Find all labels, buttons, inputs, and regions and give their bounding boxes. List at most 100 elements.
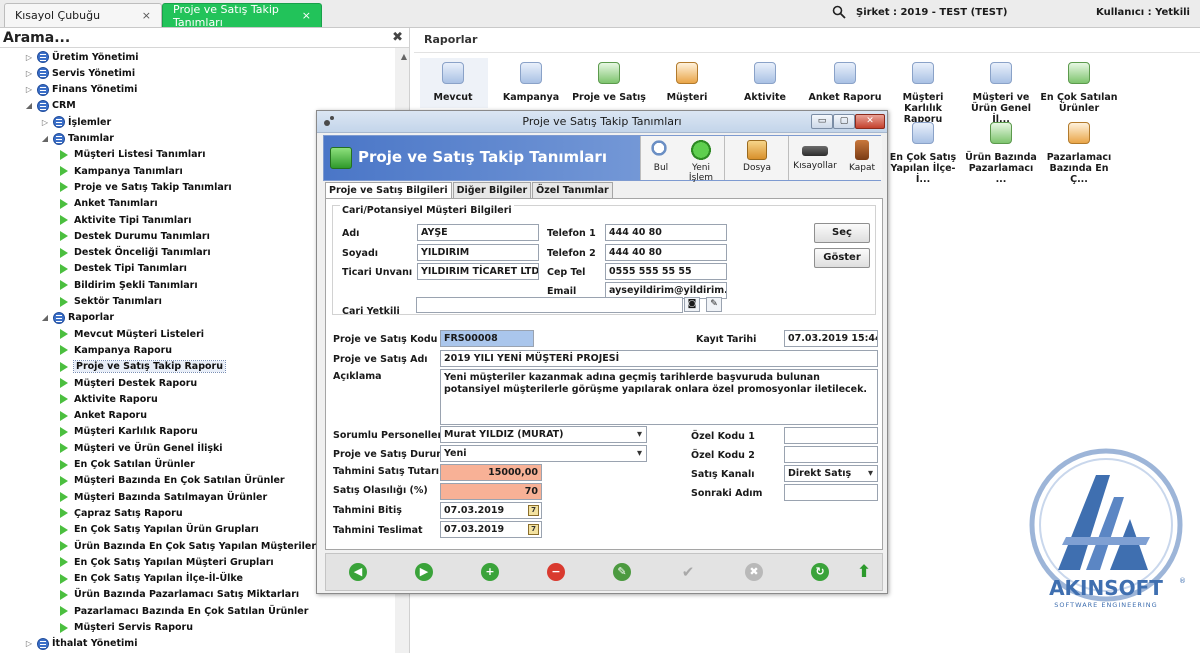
special2-field[interactable] <box>784 446 878 463</box>
sidebar-item[interactable]: Destek Durumu Tanımları <box>58 228 210 244</box>
surname-field[interactable]: YILDIRIM <box>417 244 539 261</box>
file-button[interactable]: Dosya <box>739 138 775 178</box>
sidebar-item[interactable]: En Çok Satış Yapılan Müşteri Grupları <box>58 554 274 570</box>
report-item[interactable]: Aktivite <box>726 62 804 103</box>
report-item[interactable]: Mevcut <box>414 62 492 103</box>
delete-record-button[interactable]: − <box>547 563 565 581</box>
edit-record-button[interactable]: ✎ <box>613 563 631 581</box>
expand-icon[interactable]: ▷ <box>24 69 34 78</box>
sidebar-search[interactable]: Arama... ✖ <box>0 28 409 48</box>
report-item[interactable]: Kampanya <box>492 62 570 103</box>
collapse-icon[interactable]: ◢ <box>40 313 50 322</box>
tab-special-definitions[interactable]: Özel Tanımlar <box>532 182 613 198</box>
sidebar-item[interactable]: Proje ve Satış Takip Raporu <box>58 359 226 375</box>
sidebar-item[interactable]: ◢ Raporlar <box>40 310 114 326</box>
sidebar-item[interactable]: Kampanya Tanımları <box>58 163 183 179</box>
sidebar-item[interactable]: Mevcut Müşteri Listeleri <box>58 326 204 342</box>
refresh-button[interactable]: ↻ <box>811 563 829 581</box>
report-item[interactable]: Müşteri <box>648 62 726 103</box>
sidebar-item[interactable]: En Çok Satılan Ürünler <box>58 457 195 473</box>
report-item[interactable]: Proje ve Satış <box>570 62 648 103</box>
close-icon[interactable]: × <box>142 9 151 22</box>
sidebar-item[interactable]: En Çok Satış Yapılan Ürün Grupları <box>58 522 259 538</box>
trade-title-field[interactable]: YILDIRIM TİCARET LTD ŞTİ <box>417 263 539 280</box>
camera-icon[interactable]: ◙ <box>684 297 700 312</box>
sidebar-item[interactable]: Anket Raporu <box>58 408 147 424</box>
sidebar-item[interactable]: Müşteri Servis Raporu <box>58 620 193 636</box>
report-item[interactable]: Pazarlamacı Bazında En Ç... <box>1040 122 1118 185</box>
maximize-button[interactable]: ▢ <box>833 114 855 129</box>
est-delivery-date-field[interactable]: 07.03.2019 7 <box>440 521 542 538</box>
sidebar-item[interactable]: Aktivite Tipi Tanımları <box>58 212 192 228</box>
sidebar-item[interactable]: Çapraz Satış Raporu <box>58 505 183 521</box>
expand-icon[interactable]: ▷ <box>40 118 50 127</box>
sidebar-item[interactable]: Müşteri Karlılık Raporu <box>58 424 198 440</box>
tab-project-sales-info[interactable]: Proje ve Satış Bilgileri <box>325 182 452 198</box>
sidebar-item[interactable]: Ürün Bazında Pazarlamacı Satış Miktarlar… <box>58 587 299 603</box>
tab-other-info[interactable]: Diğer Bilgiler <box>452 182 532 198</box>
probability-field[interactable]: 70 <box>440 483 542 500</box>
sidebar-item[interactable]: Müşteri Destek Raporu <box>58 375 197 391</box>
sidebar-item[interactable]: ▷ Üretim Yönetimi <box>24 49 139 65</box>
sidebar-item[interactable]: Anket Tanımları <box>58 196 158 212</box>
sidebar-item[interactable]: ▷ Finans Yönetimi <box>24 82 137 98</box>
project-name-field[interactable]: 2019 YILI YENİ MÜŞTERİ PROJESİ <box>440 350 878 367</box>
sidebar-item[interactable]: Destek Tipi Tanımları <box>58 261 187 277</box>
sidebar-item[interactable]: En Çok Satış Yapılan İlçe-İl-Ülke <box>58 571 243 587</box>
record-date-field[interactable]: 07.03.2019 15:44:32 <box>784 330 878 347</box>
report-item[interactable]: Ürün Bazında Pazarlamacı ... <box>962 122 1040 185</box>
go-up-button[interactable]: ⬆ <box>855 563 873 581</box>
expand-icon[interactable]: ▷ <box>24 53 34 62</box>
sidebar-item[interactable]: ◢ Tanımlar <box>40 131 114 147</box>
close-icon[interactable]: × <box>302 9 311 22</box>
edit-pencil-icon[interactable]: ✎ <box>706 297 722 312</box>
est-amount-field[interactable]: 15000,00 <box>440 464 542 481</box>
window-close-button[interactable]: ✕ <box>855 114 885 129</box>
phone2-field[interactable]: 444 40 80 <box>605 244 727 261</box>
dialog-titlebar[interactable]: Proje ve Satış Takip Tanımları ▭ ▢ ✕ <box>317 111 887 133</box>
show-button[interactable]: Göster <box>814 248 870 268</box>
mobile-field[interactable]: 0555 555 55 55 <box>605 263 727 280</box>
save-record-button[interactable]: ✔ <box>679 563 697 581</box>
collapse-icon[interactable]: ◢ <box>40 134 50 143</box>
sidebar-item[interactable]: ▷ Servis Yönetimi <box>24 65 135 81</box>
search-icon[interactable] <box>832 5 846 19</box>
sidebar-item[interactable]: Proje ve Satış Takip Tanımları <box>58 179 232 195</box>
name-field[interactable]: AYŞE <box>417 224 539 241</box>
sidebar-item[interactable]: Destek Önceliği Tanımları <box>58 245 211 261</box>
sidebar-item[interactable]: ▷ İthalat Yönetimi <box>24 636 137 652</box>
sidebar-item[interactable]: Müşteri Listesi Tanımları <box>58 147 205 163</box>
expand-icon[interactable]: ▷ <box>24 639 34 648</box>
description-field[interactable]: Yeni müşteriler kazanmak adına geçmiş ta… <box>440 369 878 425</box>
new-entry-button[interactable]: Yeni İşlem <box>679 138 723 183</box>
sidebar-item[interactable]: ▷ İşlemler <box>40 114 111 130</box>
calendar-icon[interactable]: 7 <box>528 505 539 516</box>
scroll-up-icon[interactable]: ▲ <box>401 52 407 61</box>
shortcuts-button[interactable]: Kısayollar <box>791 138 839 178</box>
cancel-record-button[interactable]: ✖ <box>745 563 763 581</box>
sidebar-item[interactable]: Pazarlamacı Bazında En Çok Satılan Ürünl… <box>58 603 308 619</box>
personnel-dropdown[interactable]: Murat YILDIZ (MURAT) <box>440 426 647 443</box>
tab-project-sales-definitions[interactable]: Proje ve Satış Takip Tanımları × <box>162 3 322 29</box>
add-record-button[interactable]: + <box>481 563 499 581</box>
status-dropdown[interactable]: Yeni <box>440 445 647 462</box>
contact-field[interactable] <box>416 297 683 313</box>
sidebar-item[interactable]: Müşteri ve Ürün Genel İlişki <box>58 440 223 456</box>
next-step-field[interactable] <box>784 484 878 501</box>
sidebar-item[interactable]: Müşteri Bazında Satılmayan Ürünler <box>58 489 267 505</box>
report-item[interactable]: Müşteri Karlılık Raporu <box>884 62 962 125</box>
select-button[interactable]: Seç <box>814 223 870 243</box>
sidebar-item[interactable]: Sektör Tanımları <box>58 294 162 310</box>
calendar-icon[interactable]: 7 <box>528 524 539 535</box>
sidebar-item[interactable]: Müşteri Bazında En Çok Satılan Ürünler <box>58 473 285 489</box>
collapse-icon[interactable]: ◢ <box>24 101 34 110</box>
next-record-button[interactable]: ▶ <box>415 563 433 581</box>
report-item[interactable]: En Çok Satış Yapılan İlçe-İ... <box>884 122 962 185</box>
sidebar-item[interactable]: ◢ CRM <box>24 98 76 114</box>
tab-shortcut-bar[interactable]: Kısayol Çubuğu × <box>4 3 162 27</box>
sidebar-item[interactable]: Bildirim Şekli Tanımları <box>58 277 198 293</box>
channel-dropdown[interactable]: Direkt Satış <box>784 465 878 482</box>
report-item[interactable]: Anket Raporu <box>806 62 884 103</box>
phone1-field[interactable]: 444 40 80 <box>605 224 727 241</box>
close-button[interactable]: Kapat <box>845 138 879 178</box>
